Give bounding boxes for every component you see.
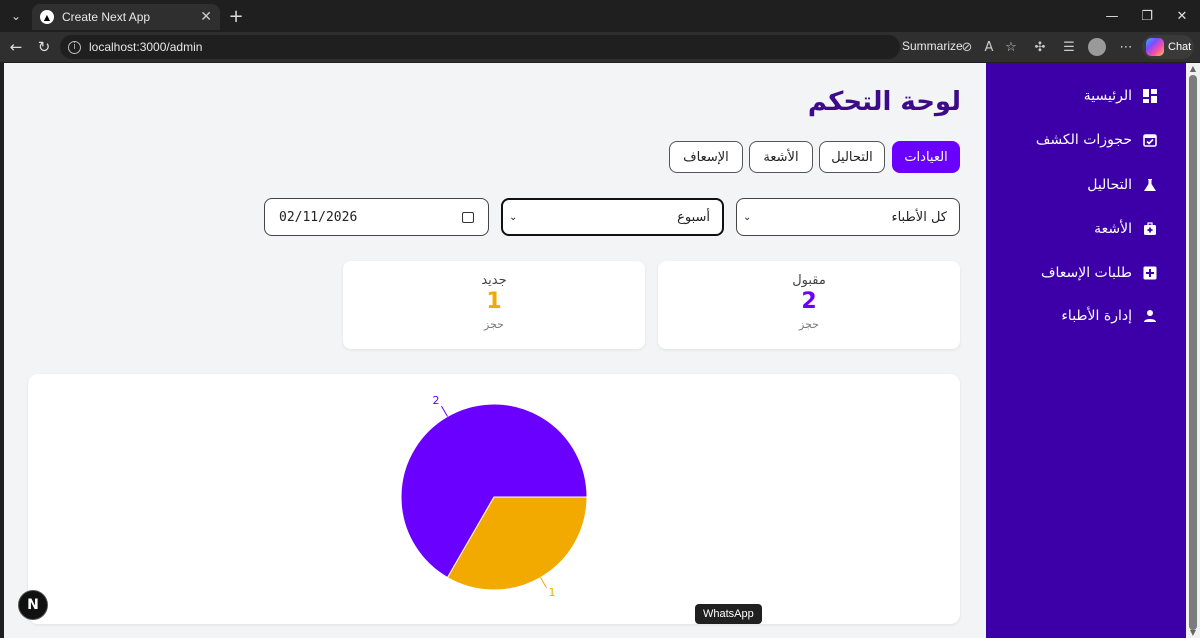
stat-label: جديد xyxy=(481,273,507,288)
read-aloud-icon[interactable]: A xyxy=(980,38,998,56)
chat-label: Chat xyxy=(1168,41,1192,53)
tab-clinics[interactable]: العيادات xyxy=(892,141,960,173)
browser-tab[interactable]: ▲ Create Next App ✕ xyxy=(32,4,220,30)
tab-labs[interactable]: التحاليل xyxy=(819,141,885,173)
sidebar: الرئيسية حجوزات الكشف التحاليل الأشعة طل… xyxy=(986,63,1186,638)
sidebar-item-label: إدارة الأطباء xyxy=(1061,308,1132,324)
tab-actions-icon[interactable]: ⌄ xyxy=(6,6,26,26)
restore-icon[interactable]: ❐ xyxy=(1137,6,1157,26)
sidebar-item-label: الرئيسية xyxy=(1083,88,1132,104)
admin-page: الرئيسية حجوزات الكشف التحاليل الأشعة طل… xyxy=(4,63,1186,638)
page-title: لوحة التحكم xyxy=(807,87,961,117)
sidebar-item-label: الأشعة xyxy=(1094,221,1132,237)
calendar-icon[interactable] xyxy=(462,211,474,223)
close-window-icon[interactable]: ✕ xyxy=(1172,6,1192,26)
scroll-down-icon[interactable]: ▼ xyxy=(1189,628,1197,637)
stat-unit: حجز xyxy=(799,318,819,331)
pie-chart: 21 xyxy=(400,394,588,599)
nextjs-favicon-icon: ▲ xyxy=(40,10,54,24)
plus-box-icon xyxy=(1142,265,1158,281)
doctor-select-value: كل الأطباء xyxy=(891,209,947,225)
summarize-button[interactable]: Summarize xyxy=(902,39,963,53)
copilot-icon xyxy=(1146,38,1164,56)
summarize-icon[interactable]: ⊘ xyxy=(958,38,976,56)
doctor-select[interactable]: ⌄ كل الأطباء xyxy=(736,198,960,236)
back-icon[interactable]: ← xyxy=(6,37,26,57)
chart-card: 21 xyxy=(28,374,960,624)
period-select[interactable]: ⌄ أسبوع xyxy=(501,198,724,236)
chevron-down-icon: ⌄ xyxy=(743,211,752,223)
refresh-icon[interactable]: ↻ xyxy=(34,37,54,57)
new-tab-icon[interactable]: + xyxy=(226,6,246,27)
pie-slice-label: 2 xyxy=(433,394,440,407)
pie-label-line xyxy=(540,577,547,589)
address-bar[interactable]: i localhost:3000/admin xyxy=(60,35,900,59)
medical-bag-icon xyxy=(1142,221,1158,237)
sidebar-item-doctors[interactable]: إدارة الأطباء xyxy=(1061,303,1158,329)
sidebar-item-radiology[interactable]: الأشعة xyxy=(1094,216,1158,242)
close-tab-icon[interactable]: ✕ xyxy=(200,9,212,25)
page-scrollbar[interactable]: ▲ ▼ xyxy=(1186,63,1200,638)
scroll-thumb[interactable] xyxy=(1189,75,1197,630)
stat-card-accepted: مقبول 2 حجز xyxy=(658,261,960,349)
pie-label-line xyxy=(441,405,448,417)
scroll-up-icon[interactable]: ▲ xyxy=(1189,64,1197,73)
sidebar-item-labs[interactable]: التحاليل xyxy=(1087,172,1158,198)
tab-title: Create Next App xyxy=(62,10,151,24)
whatsapp-tooltip: WhatsApp xyxy=(695,604,762,624)
site-info-icon[interactable]: i xyxy=(68,40,81,54)
stat-value: 2 xyxy=(801,289,817,314)
person-icon xyxy=(1142,308,1158,324)
dashboard-icon xyxy=(1142,88,1158,104)
sidebar-item-label: التحاليل xyxy=(1087,177,1132,193)
stat-card-new: جديد 1 حجز xyxy=(343,261,645,349)
stat-label: مقبول xyxy=(792,273,826,288)
sidebar-item-label: حجوزات الكشف xyxy=(1035,132,1132,148)
stat-unit: حجز xyxy=(484,318,504,331)
favorite-star-icon[interactable]: ☆ xyxy=(1002,38,1020,56)
flask-icon xyxy=(1142,177,1158,193)
extensions-icon[interactable]: ✣ xyxy=(1031,38,1049,56)
profile-avatar[interactable] xyxy=(1088,38,1106,56)
chevron-down-icon: ⌄ xyxy=(509,211,518,223)
date-input[interactable]: 02/11/2026 xyxy=(264,198,489,236)
sidebar-item-appointments[interactable]: حجوزات الكشف xyxy=(1036,127,1158,153)
period-select-value: أسبوع xyxy=(677,209,710,225)
date-value: 02/11/2026 xyxy=(279,209,358,225)
sidebar-item-ambulance[interactable]: طلبات الإسعاف xyxy=(1041,260,1158,286)
pie-slice-label: 1 xyxy=(549,586,556,599)
more-options-icon[interactable]: ⋯ xyxy=(1117,38,1135,56)
sidebar-item-label: طلبات الإسعاف xyxy=(1040,265,1132,281)
tab-ambulance[interactable]: الإسعاف xyxy=(669,141,743,173)
sidebar-item-home[interactable]: الرئيسية xyxy=(1084,83,1158,109)
browser-titlebar: ⌄ ▲ Create Next App ✕ + — ❐ ✕ xyxy=(0,0,1200,32)
browser-toolbar: ← ↻ i localhost:3000/admin Summarize ⊘ A… xyxy=(0,32,1200,62)
favorites-icon[interactable]: ☰ xyxy=(1060,38,1078,56)
url-text: localhost:3000/admin xyxy=(89,40,203,54)
calendar-check-icon xyxy=(1142,132,1158,148)
copilot-chat-button[interactable]: Chat xyxy=(1142,35,1194,59)
tab-radiology[interactable]: الأشعة xyxy=(749,141,813,173)
nextjs-dev-badge[interactable]: N xyxy=(18,590,48,620)
stat-value: 1 xyxy=(486,289,502,314)
minimize-icon[interactable]: — xyxy=(1102,6,1122,26)
